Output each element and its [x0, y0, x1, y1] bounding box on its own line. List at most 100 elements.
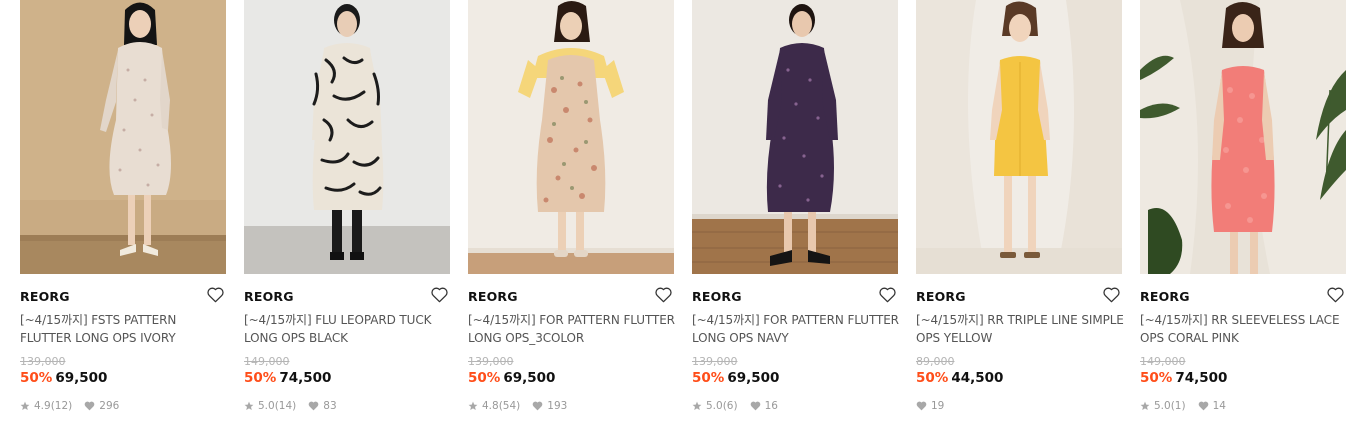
heart-outline-icon[interactable] — [1327, 287, 1344, 303]
heart-outline-icon[interactable] — [655, 287, 672, 303]
review-count: (54) — [498, 400, 521, 412]
review-count: (14) — [274, 400, 297, 412]
brand-name[interactable]: REORG — [1140, 289, 1190, 304]
product-image[interactable] — [692, 0, 898, 274]
rating-value: 4.8 — [482, 400, 499, 412]
sale-price: 69,500 — [503, 370, 556, 386]
product-image[interactable] — [916, 0, 1122, 274]
sale-price: 69,500 — [727, 370, 780, 386]
review-count: (12) — [50, 400, 73, 412]
price-row: 50% 44,500 — [916, 370, 1003, 386]
like-count: 83 — [323, 400, 337, 412]
brand-name[interactable]: REORG — [692, 289, 742, 304]
product-name[interactable]: [~4/15까지] FOR PATTERN FLUTTER LONG OPS_3… — [468, 311, 678, 347]
product-card: REORG [~4/15까지] FOR PATTERN FLUTTER LONG… — [468, 0, 675, 421]
sale-price: 44,500 — [951, 370, 1004, 386]
heart-icon — [532, 401, 543, 411]
heart-outline-icon[interactable] — [879, 287, 896, 303]
heart-outline-icon[interactable] — [1103, 287, 1120, 303]
rating-group: 5.0(6) — [706, 400, 738, 412]
rating-value: 5.0 — [1154, 400, 1171, 412]
like-count: 14 — [1212, 400, 1226, 412]
sale-price: 74,500 — [279, 370, 332, 386]
brand-name[interactable]: REORG — [20, 289, 70, 304]
original-price: 89,000 — [916, 355, 955, 368]
price-row: 50% 74,500 — [244, 370, 331, 386]
product-meta: 19 — [916, 400, 944, 412]
product-name[interactable]: [~4/15까지] FLU LEOPARD TUCK LONG OPS BLAC… — [244, 311, 454, 347]
product-photo-yellow-dress — [916, 0, 1122, 274]
product-name[interactable]: [~4/15까지] RR SLEEVELESS LACE OPS CORAL P… — [1140, 311, 1350, 347]
original-price: 139,000 — [20, 355, 66, 368]
price-row: 50% 69,500 — [20, 370, 107, 386]
original-price: 149,000 — [1140, 355, 1186, 368]
product-card: REORG [~4/15까지] RR TRIPLE LINE SIMPLE OP… — [916, 0, 1124, 421]
review-count: (6) — [722, 400, 738, 412]
product-meta: 5.0(6) 16 — [692, 400, 778, 412]
discount-rate: 50% — [20, 370, 53, 386]
product-name[interactable]: [~4/15까지] RR TRIPLE LINE SIMPLE OPS YELL… — [916, 311, 1126, 347]
product-photo-floral-dress — [468, 0, 674, 274]
heart-icon — [84, 401, 95, 411]
product-image[interactable] — [1140, 0, 1346, 274]
product-card: REORG [~4/15까지] FLU LEOPARD TUCK LONG OP… — [244, 0, 450, 421]
brand-row: REORG — [916, 287, 1122, 305]
brand-name[interactable]: REORG — [244, 289, 294, 304]
brand-row: REORG — [692, 287, 898, 305]
star-icon — [244, 401, 254, 411]
price-row: 50% 69,500 — [468, 370, 555, 386]
original-price: 149,000 — [244, 355, 290, 368]
like-count: 19 — [931, 400, 945, 412]
brand-row: REORG — [468, 287, 674, 305]
price-row: 50% 74,500 — [1140, 370, 1227, 386]
like-count: 193 — [547, 400, 568, 412]
star-icon — [468, 401, 478, 411]
product-meta: 5.0(1) 14 — [1140, 400, 1226, 412]
product-meta: 4.8(54) 193 — [468, 400, 567, 412]
review-count: (1) — [1170, 400, 1186, 412]
sale-price: 69,500 — [55, 370, 108, 386]
product-name[interactable]: [~4/15까지] FOR PATTERN FLUTTER LONG OPS N… — [692, 311, 902, 347]
discount-rate: 50% — [692, 370, 725, 386]
like-count: 16 — [764, 400, 778, 412]
product-photo-leopard-dress — [244, 0, 450, 274]
heart-icon — [308, 401, 319, 411]
product-image[interactable] — [20, 0, 226, 274]
brand-name[interactable]: REORG — [916, 289, 966, 304]
rating-group: 4.9(12) — [34, 400, 72, 412]
heart-icon — [750, 401, 760, 411]
discount-rate: 50% — [468, 370, 501, 386]
product-card: REORG [~4/15까지] FSTS PATTERN FLUTTER LON… — [20, 0, 226, 421]
product-grid: REORG [~4/15까지] FSTS PATTERN FLUTTER LON… — [20, 0, 1352, 421]
heart-icon — [1198, 401, 1208, 411]
heart-outline-icon[interactable] — [207, 287, 224, 303]
like-count: 296 — [99, 400, 120, 412]
product-card: REORG [~4/15까지] RR SLEEVELESS LACE OPS C… — [1140, 0, 1346, 421]
heart-icon — [916, 401, 927, 411]
rating-group: 5.0(1) — [1154, 400, 1186, 412]
sale-price: 74,500 — [1175, 370, 1228, 386]
product-meta: 5.0(14) 83 — [244, 400, 337, 412]
product-image[interactable] — [244, 0, 450, 274]
product-image[interactable] — [468, 0, 674, 274]
product-photo-navy-dress — [692, 0, 898, 274]
rating-value: 5.0 — [258, 400, 275, 412]
brand-row: REORG — [20, 287, 226, 305]
star-icon — [692, 401, 702, 411]
rating-value: 5.0 — [706, 400, 723, 412]
product-photo-coral-dress — [1140, 0, 1346, 274]
star-icon — [1140, 401, 1150, 411]
price-row: 50% 69,500 — [692, 370, 779, 386]
product-name[interactable]: [~4/15까지] FSTS PATTERN FLUTTER LONG OPS … — [20, 311, 230, 347]
brand-name[interactable]: REORG — [468, 289, 518, 304]
product-photo-ivory-dress — [20, 0, 226, 274]
rating-group: 4.8(54) — [482, 400, 520, 412]
star-icon — [20, 401, 30, 411]
discount-rate: 50% — [916, 370, 949, 386]
discount-rate: 50% — [1140, 370, 1173, 386]
brand-row: REORG — [1140, 287, 1346, 305]
product-card: REORG [~4/15까지] FOR PATTERN FLUTTER LONG… — [692, 0, 899, 421]
heart-outline-icon[interactable] — [431, 287, 448, 303]
discount-rate: 50% — [244, 370, 277, 386]
original-price: 139,000 — [692, 355, 738, 368]
